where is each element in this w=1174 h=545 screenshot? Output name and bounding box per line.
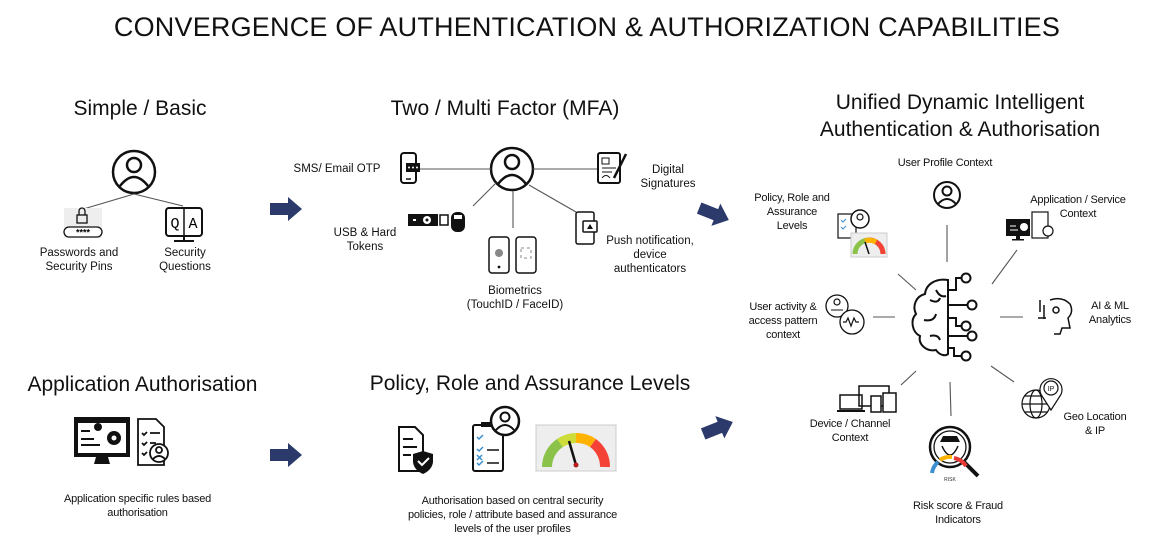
- ai-ml-icon: [1038, 297, 1073, 335]
- label-line: Policy, Role and: [754, 192, 830, 204]
- assurance-gauge-icon: [535, 424, 617, 472]
- label-line: AI & ML: [1091, 300, 1129, 312]
- ip-badge: IP: [1048, 386, 1055, 393]
- section-heading: Application Authorisation: [27, 373, 258, 396]
- connector-line: [900, 370, 917, 386]
- label-line: device: [633, 249, 667, 261]
- svg-text:A: A: [188, 216, 197, 233]
- diagram-title: CONVERGENCE OF AUTHENTICATION & AUTHORIZ…: [113, 12, 1061, 42]
- monitor-gear-icon: [74, 417, 130, 464]
- label-line: Analytics: [1088, 314, 1132, 326]
- item-label-geo-ip: Geo Location & IP: [1055, 410, 1135, 438]
- rules-document-icon: [137, 418, 169, 466]
- item-label-ai-ml: AI & ML Analytics: [1080, 299, 1140, 327]
- desc-line: Application specific rules based: [63, 493, 212, 505]
- label-line: Questions: [159, 261, 211, 273]
- label-line: context: [765, 329, 801, 341]
- section-heading: Simple / Basic: [73, 97, 207, 120]
- connector-line: [472, 182, 497, 207]
- policy-gauge-icon: [837, 209, 888, 258]
- arrow-diagonal-up-icon: [696, 202, 729, 226]
- user-icon: [111, 149, 157, 195]
- label-line: (TouchID / FaceID): [466, 299, 564, 311]
- usb-token-icon: [408, 212, 465, 232]
- label-line: authenticators: [613, 263, 687, 275]
- item-label-digital-signatures: Digital Signatures: [628, 163, 708, 191]
- item-label-user-profile: User Profile Context: [897, 157, 993, 169]
- token-mask-text: ****: [76, 228, 91, 238]
- digital-signature-icon: [597, 152, 628, 184]
- connector-line: [897, 273, 917, 291]
- section-heading: Policy, Role and Assurance Levels: [369, 372, 691, 395]
- qa-monitor-icon: Q A: [165, 207, 203, 242]
- risk-fraud-icon: RISK: [928, 425, 980, 483]
- role-checklist-icon: [472, 405, 521, 472]
- heading-line: Authentication & Authorisation: [819, 118, 1101, 141]
- item-label-usb-tokens: USB & Hard Tokens: [320, 226, 410, 254]
- label-line: Geo Location: [1063, 411, 1127, 423]
- label-line: Tokens: [346, 241, 384, 253]
- label-line: access pattern: [748, 315, 818, 327]
- svg-text:Q: Q: [170, 216, 179, 233]
- label-line: Push notification,: [606, 235, 694, 247]
- label-line: Application / Service: [1030, 194, 1126, 206]
- item-label-policy-role: Policy, Role and Assurance Levels: [752, 191, 832, 233]
- label-line: Security: [164, 247, 206, 259]
- item-label-user-activity: User activity & access pattern context: [738, 300, 828, 342]
- item-label-biometrics: Biometrics (TouchID / FaceID): [455, 284, 575, 312]
- label-line: Assurance: [766, 206, 818, 218]
- label-line: Passwords and: [39, 247, 119, 259]
- user-activity-icon: [825, 294, 865, 335]
- arrow-right-icon: [270, 443, 302, 467]
- label-line: Biometrics: [488, 285, 542, 297]
- item-label-sms-otp: SMS/ Email OTP: [293, 163, 381, 175]
- connector-line: [990, 365, 1015, 383]
- policy-role-description: Authorisation based on central security …: [385, 494, 640, 536]
- label-line: User activity &: [749, 301, 817, 313]
- label-line: Signatures: [640, 178, 696, 190]
- device-channel-icon: [837, 385, 897, 413]
- item-label-push-notification: Push notification, device authenticators: [590, 234, 710, 276]
- desc-line: Authorisation based on central security: [421, 495, 604, 507]
- risk-badge: RISK: [944, 477, 956, 483]
- section-heading: Unified Dynamic Intelligent Authenticati…: [780, 89, 1140, 143]
- ai-brain-icon: [911, 272, 978, 362]
- desc-line: authorisation: [107, 507, 168, 519]
- heading-line: Unified Dynamic Intelligent: [835, 91, 1085, 114]
- password-lock-icon: ****: [63, 207, 103, 238]
- label-line: Risk score & Fraud: [913, 500, 1003, 512]
- user-profile-icon: [933, 181, 961, 209]
- desc-line: levels of the user profiles: [454, 523, 571, 535]
- label-line: Context: [831, 432, 869, 444]
- label-line: Digital: [652, 164, 684, 176]
- label-line: USB & Hard: [333, 227, 397, 239]
- connector-line: [991, 249, 1018, 285]
- desc-line: policies, role / attribute based and ass…: [407, 509, 618, 521]
- user-icon: [489, 146, 535, 192]
- item-label-application-service: Application / Service Context: [1018, 193, 1138, 221]
- arrow-right-icon: [270, 197, 302, 221]
- arrow-diagonal-down-icon: [700, 416, 733, 440]
- label-line: & IP: [1085, 425, 1105, 437]
- label-line: Indicators: [935, 514, 981, 526]
- connector-line: [949, 381, 952, 417]
- connector-line: [528, 184, 577, 213]
- app-authorisation-graphic: [74, 417, 169, 466]
- policy-shield-document-icon: [398, 426, 433, 474]
- policy-role-graphic: [398, 405, 617, 474]
- item-label-risk-fraud: Risk score & Fraud Indicators: [898, 499, 1018, 527]
- label-line: Levels: [776, 220, 808, 232]
- label-line: Context: [1059, 208, 1097, 220]
- connector-line: [133, 193, 184, 207]
- item-label-device-channel: Device / Channel Context: [795, 417, 905, 445]
- biometric-phones-icon: [488, 236, 537, 274]
- section-heading: Two / Multi Factor (MFA): [390, 97, 620, 120]
- label-line: Security Pins: [45, 261, 113, 273]
- sms-phone-icon: [400, 152, 420, 184]
- item-label-passwords: Passwords and Security Pins: [20, 246, 138, 274]
- label-line: Device / Channel: [809, 418, 891, 430]
- connector-line: [79, 193, 135, 211]
- app-authorisation-description: Application specific rules based authori…: [30, 492, 245, 520]
- item-label-security-questions: Security Questions: [140, 246, 230, 274]
